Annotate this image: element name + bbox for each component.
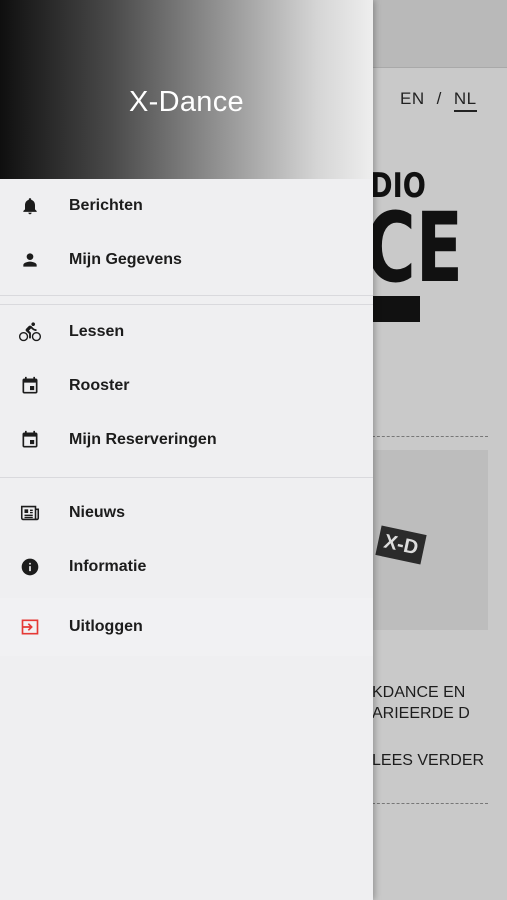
bicycle-icon (19, 321, 41, 343)
menu-item-mijn-reserveringen[interactable]: Mijn Reserveringen (0, 413, 373, 467)
menu-item-nieuws[interactable]: Nieuws (0, 486, 373, 540)
menu-item-label: Informatie (69, 558, 147, 575)
language-switcher: EN / NL (400, 89, 477, 112)
language-nl-link[interactable]: NL (453, 89, 477, 112)
logout-button[interactable]: Uitloggen (0, 598, 373, 656)
menu-item-label: Rooster (69, 377, 130, 394)
divider-dotted (372, 803, 488, 804)
logo-big-text: CE (365, 192, 463, 304)
menu-item-lessen[interactable]: Lessen (0, 305, 373, 359)
drawer-header: X-Dance (0, 0, 373, 179)
menu-item-label: Nieuws (69, 504, 126, 521)
logo-bar (370, 296, 420, 322)
bell-icon (19, 195, 41, 217)
language-separator: / (436, 89, 442, 108)
menu-item-mijn-gegevens[interactable]: Mijn Gegevens (0, 233, 373, 287)
menu-item-rooster[interactable]: Rooster (0, 359, 373, 413)
article-image[interactable]: X-D (372, 450, 488, 630)
menu-item-label: Berichten (69, 197, 143, 214)
read-more-link[interactable]: LEES VERDER (372, 752, 492, 770)
article-image-logo: X-D (375, 525, 427, 565)
menu-item-label: Mijn Reserveringen (69, 431, 217, 448)
divider-dotted (372, 436, 488, 437)
drawer-title: X-Dance (129, 86, 244, 118)
calendar-icon (19, 375, 41, 397)
language-en-link[interactable]: EN (400, 89, 425, 109)
menu-divider (0, 477, 373, 478)
info-icon (19, 556, 41, 578)
menu-item-berichten[interactable]: Berichten (0, 179, 373, 233)
logout-icon (19, 616, 41, 638)
menu-item-informatie[interactable]: Informatie (0, 540, 373, 594)
drawer-menu: Berichten Mijn Gegevens Lessen Rooster M… (0, 179, 373, 656)
menu-item-label: Mijn Gegevens (69, 251, 182, 268)
person-icon (19, 249, 41, 271)
navigation-drawer: X-Dance Berichten Mijn Gegevens Lessen R… (0, 0, 373, 900)
logout-section: Uitloggen (0, 598, 373, 656)
newspaper-icon (19, 502, 41, 524)
article-text-line-2: ARIEERDE D (372, 705, 470, 722)
article-text-line-1: KDANCE EN (372, 684, 466, 701)
calendar-event-icon (19, 429, 41, 451)
logout-label: Uitloggen (69, 618, 143, 635)
menu-item-label: Lessen (69, 323, 125, 340)
